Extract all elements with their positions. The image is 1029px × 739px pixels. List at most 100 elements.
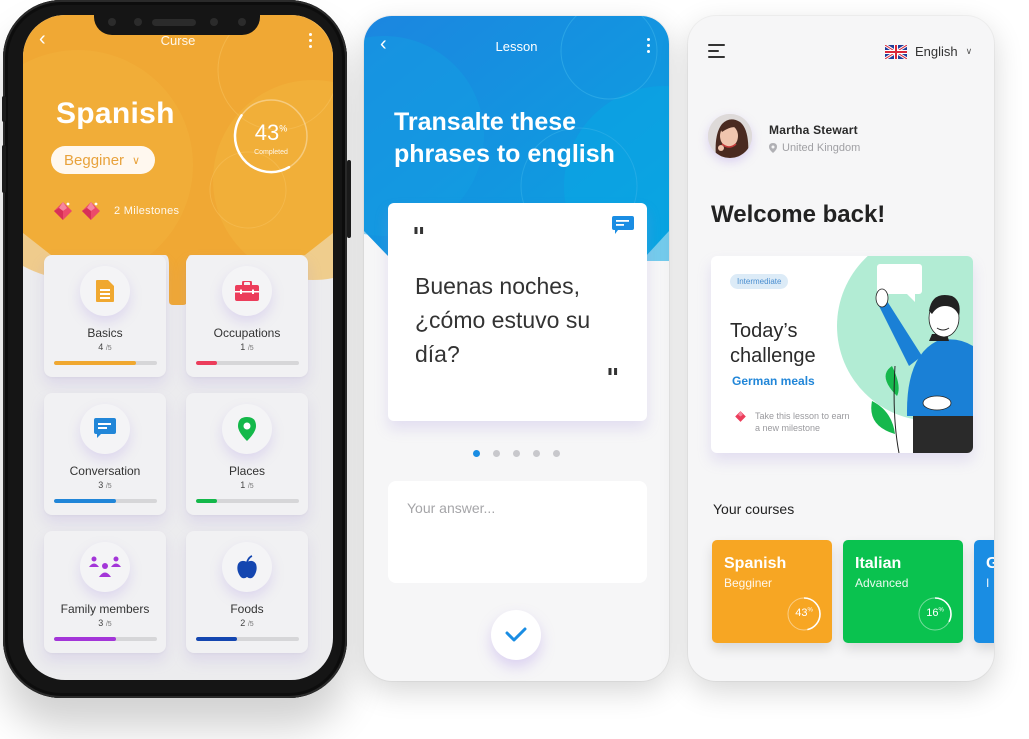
gem-icon [735,411,746,422]
power-button [347,160,351,238]
chevron-down-icon: ∨ [132,154,141,167]
chat-icon [94,418,116,438]
course-progress-percent: 43% [795,607,813,619]
topic-icon-circle [222,266,272,316]
phrase-card: " Buenas noches, ¿cómo estuvo su día? " [388,203,647,421]
answer-input[interactable] [388,481,647,583]
topic-name: Places [228,464,266,478]
mute-switch [2,96,6,122]
level-dropdown[interactable]: Begginer ∨ [51,146,155,174]
topic-progress-fill [54,361,137,365]
challenge-title: Today’s challenge [730,320,816,367]
front-camera [238,18,246,26]
course-level: Begginer [724,576,773,590]
topic-card-basics[interactable]: Basics 4 /5 [44,255,166,377]
gem-icon [82,202,100,220]
language-selector[interactable]: English ∨ [885,44,972,59]
screen-title: Lesson [495,39,538,54]
topic-progress-count: 1 /5 [240,480,254,490]
location-pin-icon [238,417,256,441]
user-photo [708,114,752,158]
sensor-dot [108,18,116,26]
level-badge: Intermediate [730,274,789,289]
level-dropdown-label: Begginer [64,151,125,169]
course-level: I [986,576,990,590]
topic-name: Occupations [213,326,281,340]
course-name: Italian [855,555,902,572]
chevron-down-icon: ∨ [965,46,973,56]
topic-icon-circle [80,404,130,454]
todays-challenge-card[interactable]: Intermediate Today’s challenge German me… [711,256,973,453]
topic-progress-count: 3 /5 [98,480,112,490]
welcome-heading: Welcome back! [711,201,886,228]
topic-card-occupations[interactable]: Occupations 1 /5 [186,255,308,377]
topic-progress-fill [54,637,116,641]
topic-card-family-members[interactable]: Family members 3 /5 [44,531,166,653]
course-card-italian[interactable]: Italian Advanced 16% [843,540,963,643]
topic-name: Family members [60,602,150,616]
topic-card-places[interactable]: Places 1 /5 [186,393,308,515]
course-card-spanish[interactable]: Spanish Begginer 43% [712,540,832,643]
topic-progress-fill [196,637,238,641]
topic-progress-count: 2 /5 [240,618,254,628]
topic-progress-bar [196,637,299,641]
topic-icon-circle [80,266,130,316]
topic-icon-circle [80,542,130,592]
sensor-dot [134,18,142,26]
challenge-topic-link[interactable]: German meals [732,374,815,388]
sensor-dot [210,18,218,26]
user-avatar[interactable] [708,114,752,158]
open-quote-mark: " [412,223,426,253]
submit-answer-button[interactable] [491,610,541,660]
document-icon [96,280,114,302]
course-card-partial[interactable]: G I [974,540,994,643]
topic-progress-bar [196,361,299,365]
topic-progress-fill [54,499,116,503]
topic-progress-fill [196,361,217,365]
course-name: Spanish [724,555,787,572]
course-level: Advanced [855,576,909,590]
course-progress-ring: 43% Completed [233,98,309,174]
lesson-instruction-heading: Transalte these phrases to english [394,108,615,168]
milestones-row: 2 Milestones [52,200,179,222]
pagination-dot[interactable] [533,450,540,457]
progress-caption: Completed [254,149,288,156]
close-quote-mark: " [606,364,620,394]
topic-name: Basics [87,326,123,340]
more-options-icon[interactable] [309,33,312,48]
milestones-label: 2 Milestones [114,205,180,217]
pagination-dot[interactable] [473,450,480,457]
menu-icon[interactable] [708,44,725,58]
topic-progress-count: 3 /5 [98,618,112,628]
course-progress-percent: 16% [926,607,944,619]
topic-card-conversation[interactable]: Conversation 3 /5 [44,393,166,515]
more-options-icon[interactable] [647,38,650,53]
course-name: G [986,555,994,572]
volume-button [2,145,6,193]
pagination-dot[interactable] [493,450,500,457]
topic-progress-bar [54,361,157,365]
pagination-dot[interactable] [553,450,560,457]
family-icon [89,556,121,577]
pagination-dots [364,450,669,457]
user-location: United Kingdom [769,142,860,154]
home-screen: English ∨ Martha Stewart United Kingdom … [688,16,994,681]
topic-progress-bar [54,637,157,641]
phone-device-frame: ‹ Curse Spanish Begginer ∨ 43% Completed… [2,0,351,698]
language-label: English [915,44,958,59]
apple-icon [237,555,257,579]
course-language-title: Spanish [56,97,175,130]
phrase-to-translate: Buenas noches, ¿cómo estuvo su día? [415,273,591,367]
chat-icon[interactable] [612,216,634,236]
pagination-dot[interactable] [513,450,520,457]
topic-icon-circle [222,542,272,592]
topic-progress-bar [54,499,157,503]
topic-name: Conversation [69,464,141,478]
topic-progress-count: 1 /5 [240,342,254,352]
checkmark-icon [505,627,527,642]
topic-card-foods[interactable]: Foods 2 /5 [186,531,308,653]
user-location-label: United Kingdom [782,142,861,154]
challenge-reward: Take this lesson to earn a new milestone [734,410,850,434]
challenge-reward-text: Take this lesson to earn a new milestone [755,411,850,433]
briefcase-icon [235,281,259,301]
